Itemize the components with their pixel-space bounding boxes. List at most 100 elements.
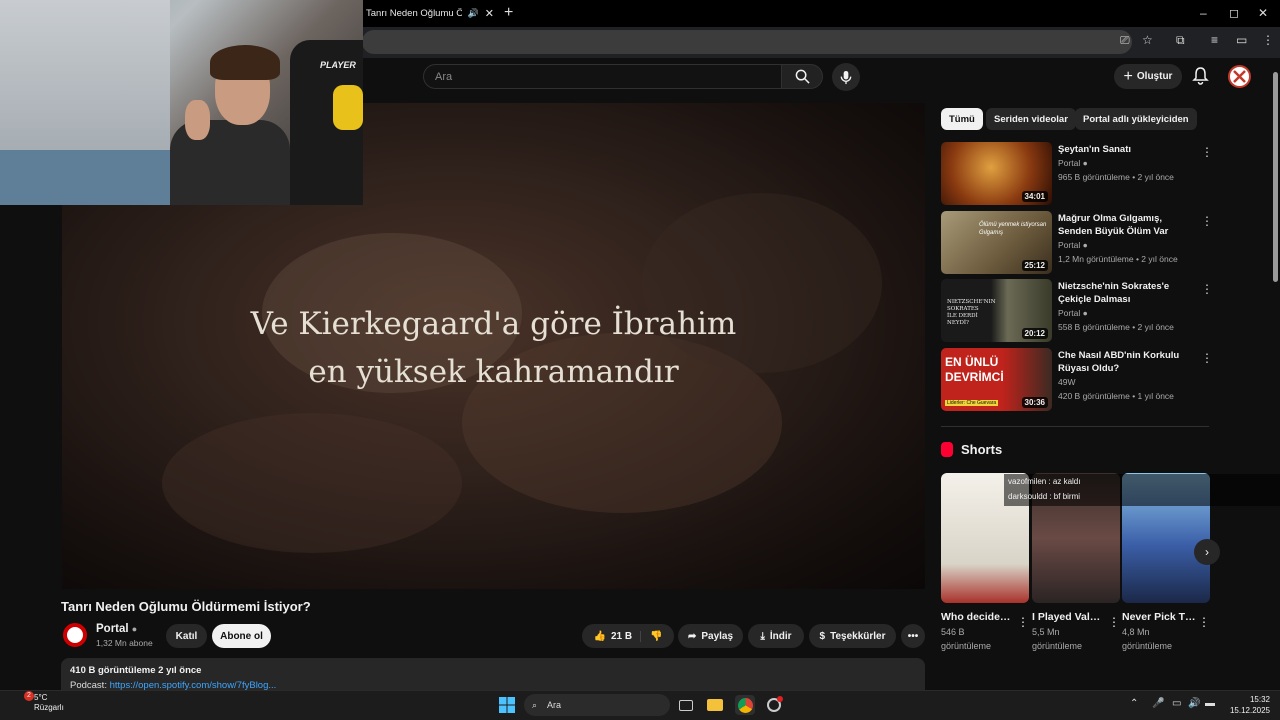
page-scrollbar[interactable]	[1273, 72, 1278, 282]
microphone-icon[interactable]: 🎤	[1152, 698, 1164, 709]
video-caption: Ve Kierkegaard'a göre İbrahim en yüksek …	[62, 300, 925, 396]
file-explorer-icon[interactable]	[705, 695, 725, 715]
media-control-icon[interactable]: ≡	[1211, 33, 1218, 47]
shorts-next-button[interactable]: ›	[1194, 539, 1220, 565]
thanks-icon: $	[819, 630, 826, 642]
chrome-icon[interactable]	[735, 695, 755, 715]
chip-all[interactable]: Tümü	[941, 108, 983, 130]
browser-tab[interactable]: Tanrı Neden Oğlumu Öldür 🔊 ✕	[362, 0, 500, 27]
chip-uploader[interactable]: Portal adlı yükleyiciden	[1075, 108, 1197, 130]
app-icon[interactable]	[764, 695, 784, 715]
network-icon[interactable]: ▭	[1172, 698, 1181, 709]
tray-expand-icon[interactable]: ⌃	[1130, 698, 1138, 709]
search-button[interactable]	[781, 64, 823, 89]
short-title[interactable]: I Played Valorant ...	[1032, 610, 1106, 624]
short-views-count: 546 B	[941, 627, 965, 637]
short-title[interactable]: Never Pick These 5 ...	[1122, 610, 1196, 624]
join-button[interactable]: Katıl	[166, 624, 207, 648]
video-thumbnail[interactable]: 34:01	[941, 142, 1052, 205]
recommended-title[interactable]: Nietzsche'nin Sokrates'e Çekiçle Dalması	[1058, 280, 1196, 306]
recommended-item[interactable]: NIETZSCHE'NIN SOKRATES İLE DERDİ NEYDİ? …	[941, 279, 1213, 343]
share-button[interactable]: ➦ Paylaş	[678, 624, 743, 648]
recommended-item[interactable]: 34:01 Şeytan'ın Sanatı Portal ● 965 B gö…	[941, 142, 1213, 206]
plus-icon: +	[1123, 67, 1133, 85]
taskbar-search[interactable]: ⌕ Ara	[524, 694, 670, 716]
chip-series[interactable]: Seriden videolar	[986, 108, 1076, 130]
recommended-channel[interactable]: Portal ●	[1058, 308, 1088, 318]
kebab-menu-icon[interactable]: ⋮	[1201, 282, 1213, 296]
verified-icon: ●	[1082, 240, 1088, 250]
search-input[interactable]: Ara	[423, 64, 782, 89]
thumbs-up-icon: 👍	[593, 630, 606, 642]
create-button[interactable]: + Oluştur	[1114, 64, 1182, 89]
caption-line-1: Ve Kierkegaard'a göre İbrahim	[250, 306, 737, 342]
cast-icon[interactable]: ⎚	[1120, 33, 1130, 48]
channel-name-text: Portal	[96, 623, 129, 635]
shorts-logo-icon	[941, 442, 953, 457]
task-view-icon[interactable]	[676, 695, 696, 715]
recommended-channel[interactable]: 49W	[1058, 377, 1075, 387]
like-button[interactable]: 👍 21 B	[593, 630, 642, 642]
video-thumbnail[interactable]: NIETZSCHE'NIN SOKRATES İLE DERDİ NEYDİ? …	[941, 279, 1052, 342]
profile-icon[interactable]: ▭	[1236, 33, 1247, 47]
microphone-icon	[840, 70, 852, 84]
speaker-icon[interactable]: 🔊	[468, 8, 479, 19]
channel-name[interactable]: Portal ●	[96, 623, 137, 635]
battery-icon[interactable]: ▬	[1205, 698, 1215, 709]
close-window-button[interactable]: ✕	[1258, 6, 1268, 20]
date: 15.12.2025	[1229, 706, 1270, 715]
recommended-title[interactable]: Şeytan'ın Sanatı	[1058, 143, 1196, 156]
video-thumbnail[interactable]: Ölümü yenmek istiyorsan Gılgamış 25:12	[941, 211, 1052, 274]
volume-icon[interactable]: 🔊	[1188, 698, 1200, 709]
share-label: Paylaş	[701, 630, 734, 642]
kebab-menu-icon[interactable]: ⋮	[1201, 145, 1213, 159]
time: 15:32	[1249, 695, 1270, 704]
kebab-menu-icon[interactable]: ⋮	[1017, 615, 1029, 629]
download-button[interactable]: ⤓ İndir	[748, 624, 804, 648]
more-actions-button[interactable]: •••	[901, 624, 925, 648]
video-thumbnail[interactable]: EN ÜNLÜ DEVRİMCİ Liderler: Che Guevara 3…	[941, 348, 1052, 411]
notifications-bell-icon[interactable]	[1192, 66, 1209, 90]
close-tab-icon[interactable]: ✕	[485, 7, 494, 20]
thumbnail-text-3: Liderler: Che Guevara	[945, 400, 999, 406]
recommended-title[interactable]: Che Nasıl ABD'nin Korkulu Rüyası Oldu?	[1058, 349, 1196, 375]
subscriber-count: 1,32 Mn abone	[96, 638, 153, 648]
short-views: 5,5 Mn görüntüleme	[1032, 625, 1120, 653]
recommended-meta: 965 B görüntüleme • 2 yıl önce	[1058, 172, 1174, 182]
thumbnail-text-1: EN ÜNLÜ	[945, 355, 999, 369]
recommended-item[interactable]: EN ÜNLÜ DEVRİMCİ Liderler: Che Guevara 3…	[941, 348, 1213, 412]
account-avatar[interactable]	[1228, 65, 1251, 88]
channel-avatar[interactable]	[63, 623, 87, 647]
thumbs-down-icon[interactable]: 👎	[646, 631, 662, 642]
new-tab-button[interactable]: +	[504, 4, 513, 22]
windows-start-icon[interactable]	[497, 695, 517, 715]
recommended-title[interactable]: Mağrur Olma Gılgamış, Senden Büyük Ölüm …	[1058, 212, 1196, 238]
bookmark-star-icon[interactable]: ☆	[1142, 33, 1153, 47]
short-title[interactable]: Who decided that#capcu...	[941, 610, 1015, 624]
minimize-button[interactable]: –	[1200, 6, 1207, 20]
subscribe-button[interactable]: Abone ol	[212, 624, 271, 648]
voice-search-button[interactable]	[832, 63, 860, 91]
address-bar[interactable]	[362, 30, 1132, 54]
recommended-channel[interactable]: Portal ●	[1058, 240, 1088, 250]
extensions-icon[interactable]: ⧉	[1176, 33, 1185, 48]
duration-badge: 34:01	[1021, 191, 1048, 202]
duration-badge: 30:36	[1021, 397, 1048, 408]
recommended-channel[interactable]: Portal ●	[1058, 158, 1088, 168]
kebab-menu-icon[interactable]: ⋮	[1201, 214, 1213, 228]
kebab-menu-icon[interactable]: ⋮	[1201, 351, 1213, 365]
clock[interactable]: 15:32 15.12.2025	[1226, 694, 1270, 716]
browser-menu-icon[interactable]: ⋮	[1262, 33, 1274, 47]
kebab-menu-icon[interactable]: ⋮	[1198, 615, 1210, 629]
thanks-button[interactable]: $ Teşekkürler	[809, 624, 896, 648]
weather-widget[interactable]: 2 5°C Rüzgarlı	[14, 691, 64, 713]
share-icon: ➦	[687, 630, 697, 642]
video-title: Tanrı Neden Oğlumu Öldürmemi İstiyor?	[61, 599, 311, 614]
webcam-overlay: PLAYER	[0, 0, 363, 205]
short-views-count: 5,5 Mn	[1032, 627, 1060, 637]
search-icon	[795, 69, 810, 84]
kebab-menu-icon[interactable]: ⋮	[1108, 615, 1120, 629]
recommended-item[interactable]: Ölümü yenmek istiyorsan Gılgamış 25:12 M…	[941, 211, 1213, 275]
maximize-button[interactable]: ◻	[1229, 6, 1239, 20]
short-views-label: görüntüleme	[941, 641, 992, 651]
